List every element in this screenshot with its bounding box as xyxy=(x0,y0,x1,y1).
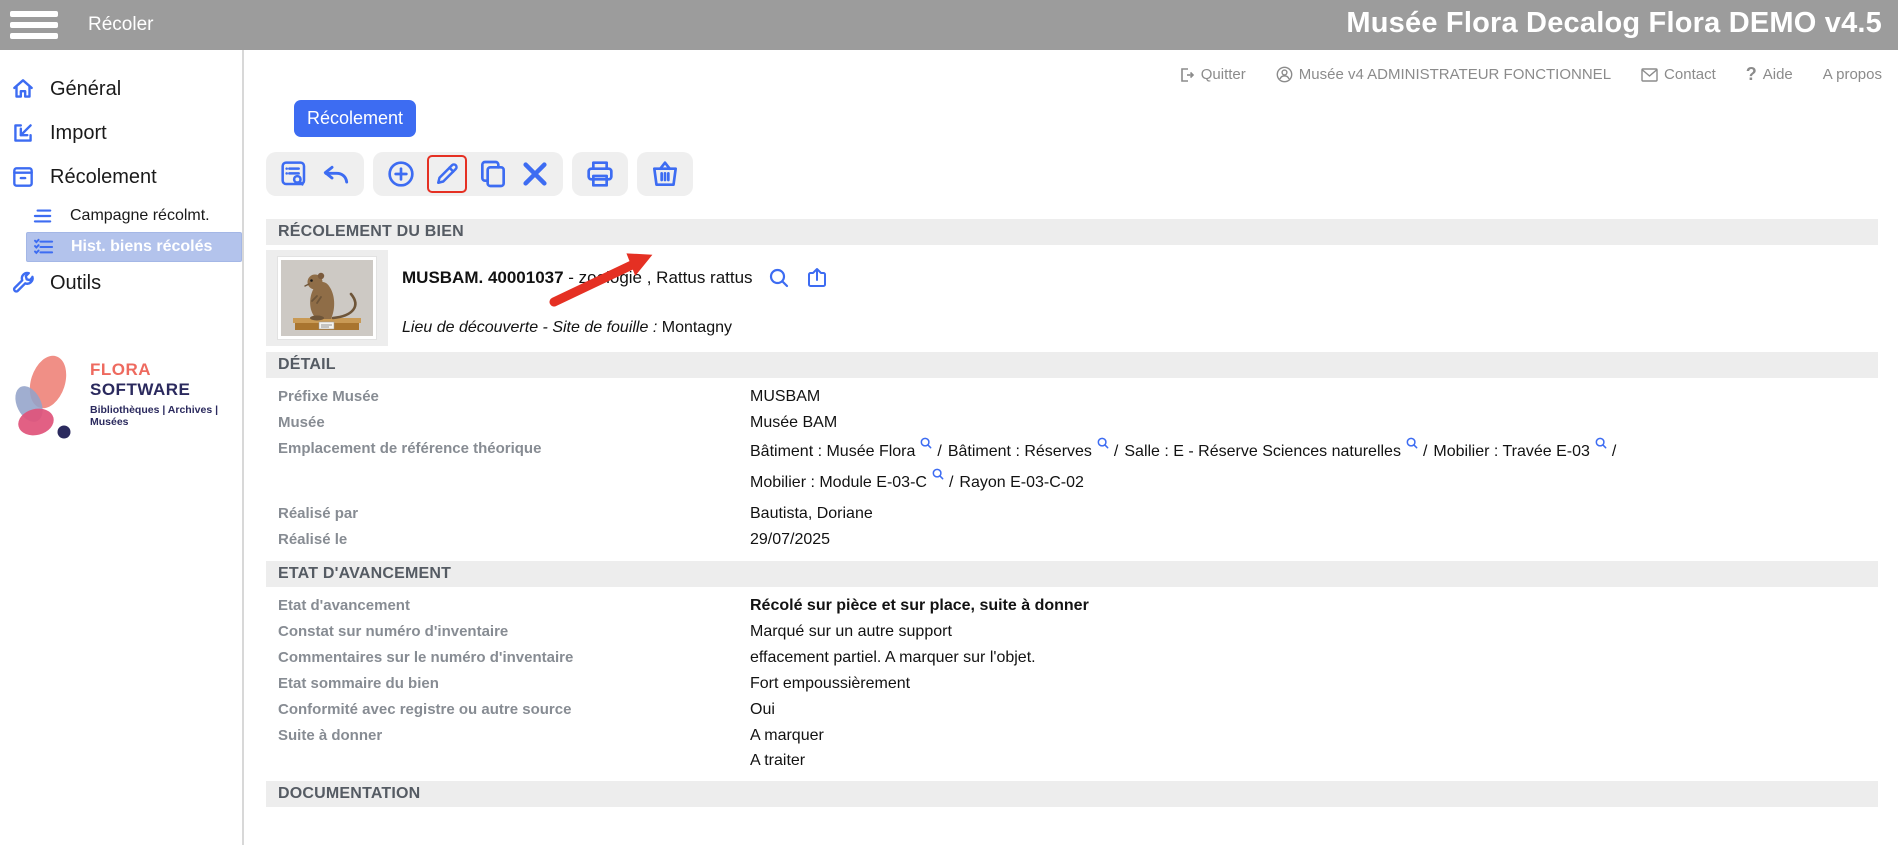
lieu-value: Montagny xyxy=(662,319,732,336)
app-title: Musée Flora Decalog Flora DEMO v4.5 xyxy=(1346,7,1882,40)
list-search-icon xyxy=(278,158,310,190)
toolbar xyxy=(266,152,1878,196)
detail-rows: Préfixe Musée MUSBAM Musée Musée BAM Emp… xyxy=(266,384,1878,553)
header-links: Quitter Musée v4 ADMINISTRATEUR FONCTION… xyxy=(1179,64,1882,85)
sidebar-item-outils[interactable]: Outils xyxy=(0,264,242,302)
field-row-suite-a-donner: Suite à donner A marquer A traiter xyxy=(266,723,1878,773)
wrench-icon xyxy=(10,270,36,296)
section-detail: DÉTAIL xyxy=(266,352,1878,378)
add-button[interactable] xyxy=(385,158,417,190)
brand-tagline: Bibliothèques | Archives | Musées xyxy=(90,404,242,428)
field-row-realise-le: Réalisé le 29/07/2025 xyxy=(266,527,1878,553)
lieu-label: Lieu de découverte - Site de fouille : xyxy=(402,319,657,336)
toolbar-group-print xyxy=(572,152,628,196)
add-icon xyxy=(385,158,417,190)
help-icon: ? xyxy=(1746,64,1757,85)
user-icon xyxy=(1276,66,1293,83)
lookup-search-icon[interactable] xyxy=(931,461,945,492)
specimen-photo[interactable] xyxy=(277,256,377,340)
search-icon[interactable] xyxy=(767,266,791,290)
delete-button[interactable] xyxy=(519,158,551,190)
archive-icon xyxy=(10,164,36,190)
copy-button[interactable] xyxy=(477,158,509,190)
lookup-search-icon[interactable] xyxy=(1594,430,1608,461)
apropos-link[interactable]: A propos xyxy=(1823,66,1882,83)
contact-link[interactable]: Contact xyxy=(1641,66,1716,83)
mail-icon xyxy=(1641,68,1658,82)
checklist-icon xyxy=(33,238,55,256)
edit-button[interactable] xyxy=(432,159,462,189)
home-icon xyxy=(10,76,36,102)
sidebar-item-import[interactable]: Import xyxy=(0,114,242,152)
item-descriptor: - zoologie , Rattus rattus xyxy=(564,266,753,290)
undo-button[interactable] xyxy=(320,158,352,190)
item-row: MUSBAM. 40001037 - zoologie , Rattus rat… xyxy=(266,250,1878,346)
field-row-emplacement: Emplacement de référence théorique Bâtim… xyxy=(266,436,1878,498)
copy-icon xyxy=(477,158,509,190)
sidebar-item-campagne-recolmt[interactable]: Campagne récolmt. xyxy=(0,202,242,230)
toolbar-group-search xyxy=(266,152,364,196)
field-row-realise-par: Réalisé par Bautista, Doriane xyxy=(266,501,1878,527)
field-row-musee: Musée Musée BAM xyxy=(266,410,1878,436)
field-row-constat: Constat sur numéro d'inventaire Marqué s… xyxy=(266,619,1878,645)
lookup-search-icon[interactable] xyxy=(1405,430,1419,461)
print-icon xyxy=(584,158,616,190)
brand-flora: FLORA xyxy=(90,360,150,379)
sidebar-item-recolement[interactable]: Récolement xyxy=(0,158,242,196)
section-recolement-du-bien: RÉCOLEMENT DU BIEN xyxy=(266,219,1878,245)
annotation-highlight-box xyxy=(427,155,467,193)
menu-icon[interactable] xyxy=(10,11,58,44)
inventory-number: MUSBAM. 40001037 xyxy=(402,266,564,290)
field-row-commentaires: Commentaires sur le numéro d'inventaire … xyxy=(266,645,1878,671)
section-documentation: DOCUMENTATION xyxy=(266,781,1878,807)
sidebar: Général Import Récolement xyxy=(0,50,244,845)
tab-recolement[interactable]: Récolement xyxy=(294,100,416,137)
main-content: Récolement xyxy=(244,50,1898,845)
list-icon xyxy=(32,207,54,225)
topbar: Récoler Musée Flora Decalog Flora DEMO v… xyxy=(0,0,1898,50)
basket-icon xyxy=(649,158,681,190)
print-button[interactable] xyxy=(584,158,616,190)
account-link[interactable]: Musée v4 ADMINISTRATEUR FONCTIONNEL xyxy=(1276,66,1611,83)
lookup-search-icon[interactable] xyxy=(919,430,933,461)
etat-rows: Etat d'avancement Récolé sur pièce et su… xyxy=(266,593,1878,773)
edit-icon xyxy=(432,159,462,189)
brand-software: SOFTWARE xyxy=(90,380,190,399)
export-icon[interactable] xyxy=(805,266,829,290)
sidebar-item-general[interactable]: Général xyxy=(0,70,242,108)
aide-link[interactable]: ? Aide xyxy=(1746,64,1793,85)
import-icon xyxy=(10,120,36,146)
topbar-section-title: Récoler xyxy=(88,14,153,36)
toolbar-group-basket xyxy=(637,152,693,196)
thumbnail-cell xyxy=(266,250,388,346)
field-row-prefixe-musee: Préfixe Musée MUSBAM xyxy=(266,384,1878,410)
field-row-etat-avancement: Etat d'avancement Récolé sur pièce et su… xyxy=(266,593,1878,619)
undo-icon xyxy=(320,158,352,190)
lookup-search-icon[interactable] xyxy=(1096,430,1110,461)
logout-icon xyxy=(1179,67,1195,83)
quitter-link[interactable]: Quitter xyxy=(1179,66,1246,83)
toolbar-group-edit xyxy=(373,152,563,196)
list-search-button[interactable] xyxy=(278,158,310,190)
item-info: MUSBAM. 40001037 - zoologie , Rattus rat… xyxy=(402,250,829,346)
flora-software-logo: FLORA SOFTWARE Bibliothèques | Archives … xyxy=(6,350,242,446)
delete-icon xyxy=(519,158,551,190)
field-row-etat-sommaire: Etat sommaire du bien Fort empoussièreme… xyxy=(266,671,1878,697)
field-row-conformite: Conformité avec registre ou autre source… xyxy=(266,697,1878,723)
flora-flower-icon xyxy=(6,350,84,446)
sidebar-item-hist-biens-recoles[interactable]: Hist. biens récolés xyxy=(26,232,242,262)
section-etat-avancement: ETAT D'AVANCEMENT xyxy=(266,561,1878,587)
basket-button[interactable] xyxy=(649,158,681,190)
